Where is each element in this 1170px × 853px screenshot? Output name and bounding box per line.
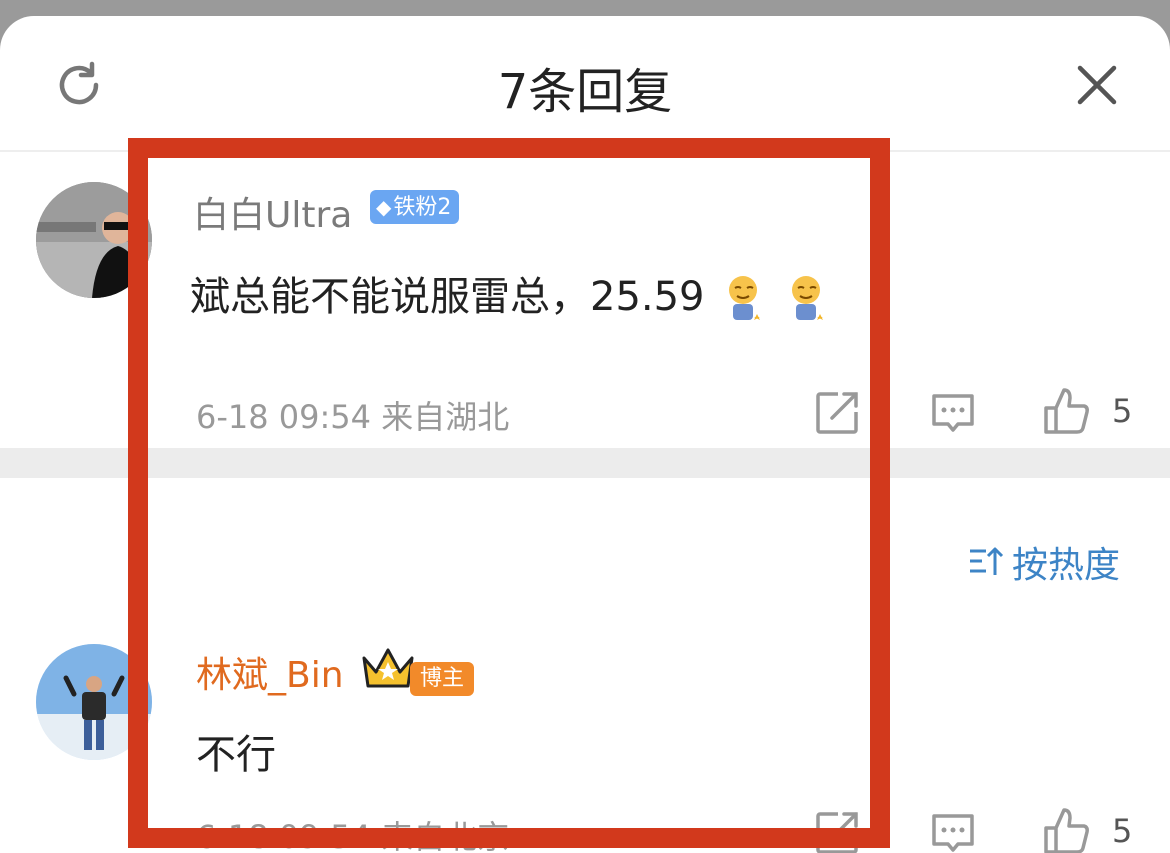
share-icon[interactable]: [814, 810, 860, 853]
like-icon[interactable]: [1042, 806, 1092, 853]
like-count: 5: [1112, 392, 1133, 430]
emoji-icon: [729, 276, 761, 320]
sort-label: 按热度: [1012, 545, 1121, 586]
avatar[interactable]: [36, 644, 152, 760]
like-count: 5: [1112, 812, 1133, 850]
comment-icon[interactable]: [930, 390, 976, 436]
sort-button[interactable]: 按热度: [968, 536, 1120, 588]
section-divider: [0, 448, 1170, 478]
avatar[interactable]: [36, 182, 152, 298]
like-icon[interactable]: [1042, 386, 1092, 436]
comment-location: 来自湖北: [381, 398, 510, 436]
sort-icon: [970, 547, 1004, 575]
username[interactable]: 白白Ultra: [193, 186, 352, 238]
fan-badge: ◆铁粉2: [370, 190, 460, 224]
emoji-icon: [791, 276, 823, 320]
comment-meta: 6-18 09:54 来自北京: [196, 812, 509, 853]
page-title: 7条回复: [497, 64, 673, 120]
comment-text: 斌总能不能说服雷总，25.59: [190, 264, 830, 324]
comment-meta: 6-18 09:54 来自湖北: [196, 392, 509, 438]
comment-time: 6-18 09:54: [196, 398, 372, 436]
comment-icon[interactable]: [930, 810, 976, 853]
diamond-icon: ◆: [376, 195, 392, 219]
username[interactable]: 林斌_Bin: [196, 646, 344, 698]
close-icon[interactable]: [1072, 60, 1122, 110]
comment-time: 6-18 09:54: [196, 818, 372, 853]
comment-location: 来自北京: [381, 818, 510, 853]
blogger-badge: 博主: [410, 662, 475, 696]
reply-sheet: 7条回复 白白Ultra ◆铁粉2 斌总能不能说服雷总，25.59 6-18 0…: [0, 16, 1170, 853]
comment-text: 不行: [196, 732, 276, 778]
comment-text-body: 斌总能不能说服雷总，25.59: [190, 274, 705, 320]
share-icon[interactable]: [814, 390, 860, 436]
sheet-header: 7条回复: [0, 16, 1170, 152]
fan-badge-label: 铁粉2: [393, 195, 452, 220]
crown-icon: [362, 648, 414, 688]
